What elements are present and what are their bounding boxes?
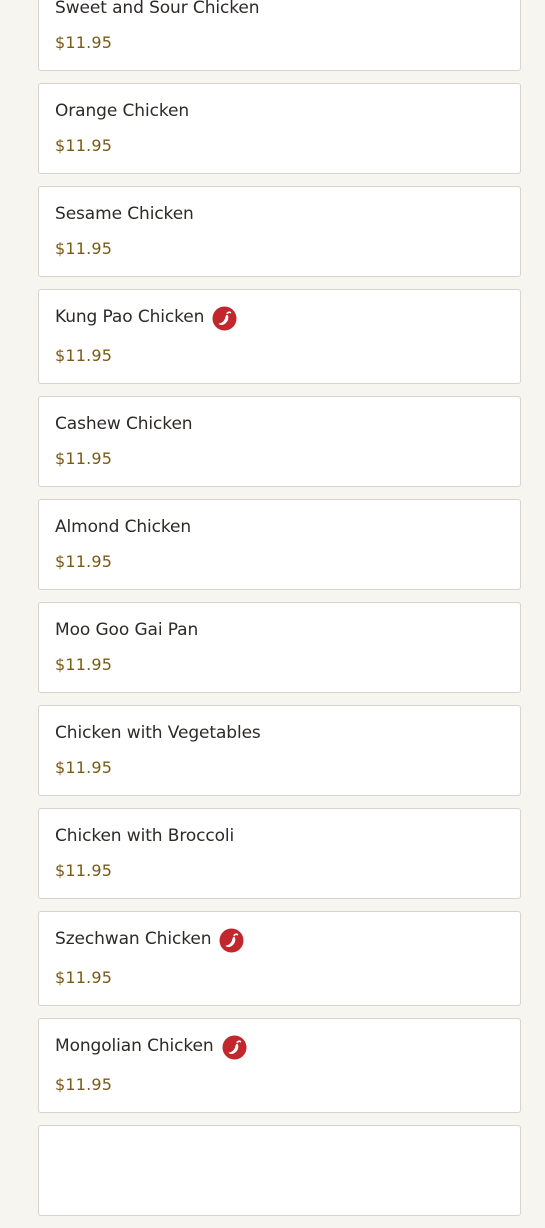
menu-item-price: $11.95 — [55, 861, 113, 880]
menu-item-name-row: Kung Pao Chicken — [55, 305, 237, 331]
menu-item-price: $11.95 — [55, 655, 113, 674]
menu-item-card[interactable]: Kung Pao Chicken $11.95 — [38, 289, 521, 384]
menu-item-price: $11.95 — [55, 968, 113, 987]
menu-item-name: Szechwan Chicken — [55, 929, 212, 949]
menu-item-name-row: Almond Chicken — [55, 515, 191, 539]
menu-item-name: Almond Chicken — [55, 517, 192, 537]
menu-item-name-row: Chicken with Broccoli — [55, 824, 234, 848]
menu-item-name: Chicken with Vegetables — [55, 723, 261, 743]
menu-item-name: Kung Pao Chicken — [55, 307, 205, 327]
menu-item-price: $11.95 — [55, 1075, 113, 1094]
menu-item-name: Mongolian Chicken — [55, 1036, 214, 1056]
chili-pepper-icon — [222, 1035, 247, 1060]
chili-pepper-icon — [219, 928, 244, 953]
menu-item-name: Orange Chicken — [55, 101, 190, 121]
menu-item-card[interactable] — [38, 1125, 521, 1216]
menu-item-price: $11.95 — [55, 758, 113, 777]
menu-item-price: $11.95 — [55, 33, 113, 52]
menu-item-name-row: Szechwan Chicken — [55, 927, 244, 953]
menu-item-name: Sesame Chicken — [55, 204, 194, 224]
menu-item-card[interactable]: Orange Chicken $11.95 — [38, 83, 521, 174]
menu-item-card[interactable]: Chicken with Broccoli $11.95 — [38, 808, 521, 899]
menu-item-card[interactable]: Almond Chicken $11.95 — [38, 499, 521, 590]
menu-item-card[interactable]: Chicken with Vegetables $11.95 — [38, 705, 521, 796]
menu-item-card[interactable]: Sweet and Sour Chicken $11.95 — [38, 0, 521, 71]
menu-item-name-row: Moo Goo Gai Pan — [55, 618, 198, 642]
menu-item-price: $11.95 — [55, 239, 113, 258]
menu-item-price: $11.95 — [55, 136, 113, 155]
menu-item-card[interactable]: Mongolian Chicken $11.95 — [38, 1018, 521, 1113]
menu-item-name: Moo Goo Gai Pan — [55, 620, 199, 640]
chili-pepper-icon — [212, 306, 237, 331]
menu-item-name: Chicken with Broccoli — [55, 826, 235, 846]
menu-item-name-row: Sweet and Sour Chicken — [55, 0, 260, 20]
menu-item-name-row: Cashew Chicken — [55, 412, 193, 436]
menu-item-price: $11.95 — [55, 346, 113, 365]
menu-item-name: Sweet and Sour Chicken — [55, 0, 260, 18]
menu-item-name-row: Chicken with Vegetables — [55, 721, 261, 745]
menu-item-list: Sweet and Sour Chicken $11.95 Orange Chick… — [38, 0, 521, 1228]
menu-item-price: $11.95 — [55, 449, 113, 468]
menu-item-name: Cashew Chicken — [55, 414, 193, 434]
menu-item-card[interactable]: Szechwan Chicken $11.95 — [38, 911, 521, 1006]
menu-item-card[interactable]: Sesame Chicken $11.95 — [38, 186, 521, 277]
menu-item-card[interactable]: Moo Goo Gai Pan $11.95 — [38, 602, 521, 693]
menu-item-name-row: Orange Chicken — [55, 99, 189, 123]
menu-item-name-row: Mongolian Chicken — [55, 1034, 247, 1060]
menu-item-name-row: Sesame Chicken — [55, 202, 194, 226]
menu-item-price: $11.95 — [55, 552, 113, 571]
menu-item-card[interactable]: Cashew Chicken $11.95 — [38, 396, 521, 487]
